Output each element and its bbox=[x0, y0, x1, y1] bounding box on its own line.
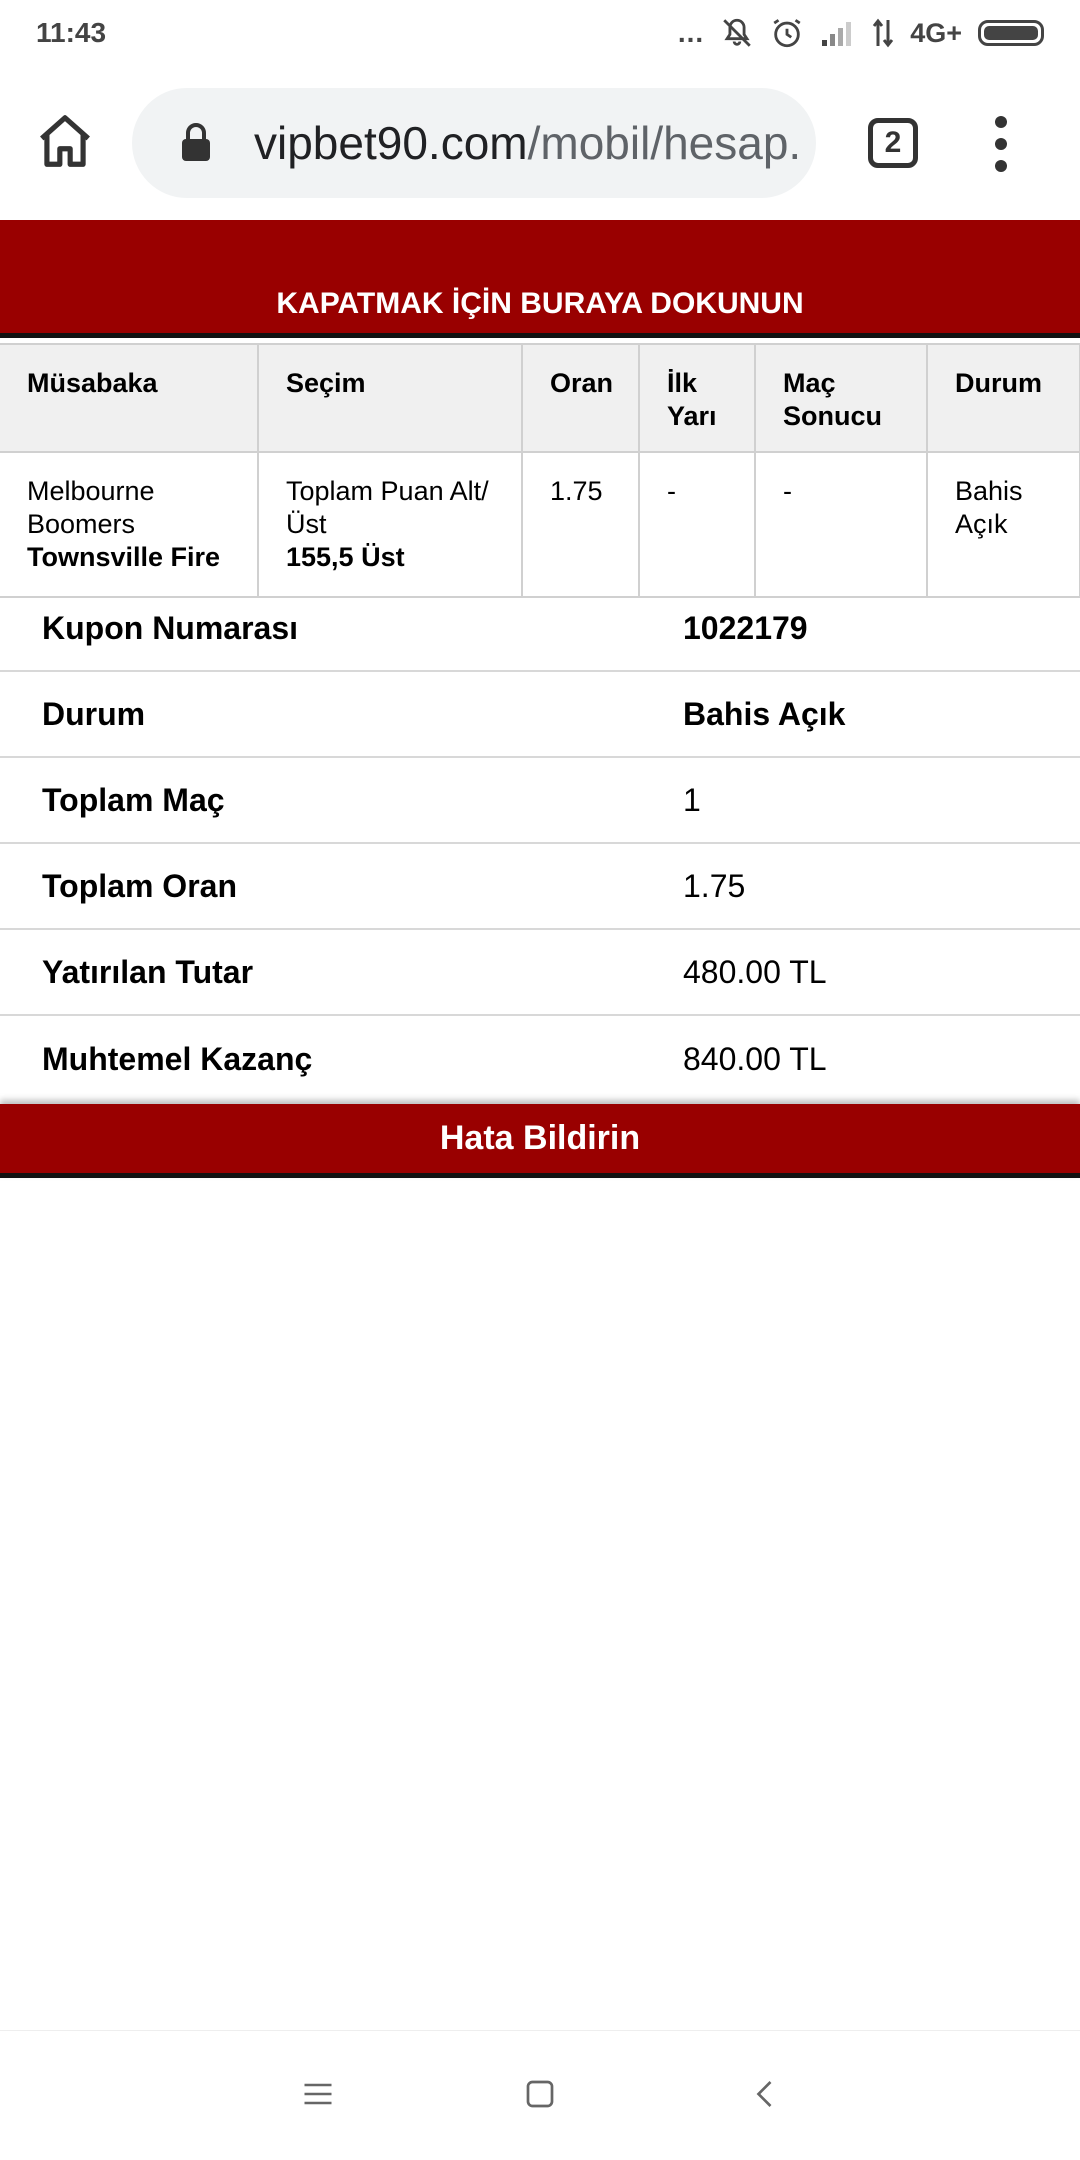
data-arrows-icon bbox=[872, 18, 894, 48]
summary-row-total-odds: Toplam Oran 1.75 bbox=[0, 844, 1080, 930]
summary-row-coupon-number: Kupon Numarası 1022179 bbox=[0, 586, 1080, 672]
table-row: Melbourne Boomers Townsville Fire Toplam… bbox=[0, 451, 1080, 598]
recents-icon[interactable] bbox=[300, 2076, 336, 2117]
summary-value: Bahis Açık bbox=[683, 695, 846, 732]
header-durum: Durum bbox=[926, 343, 1080, 453]
header-ilk-yari: İlk Yarı bbox=[638, 343, 756, 453]
report-error-button[interactable]: Hata Bildirin bbox=[0, 1104, 1080, 1178]
close-banner-label: KAPATMAK İÇİN BURAYA DOKUNUN bbox=[276, 287, 804, 320]
summary-value: 1.75 bbox=[683, 867, 746, 904]
overflow-menu-icon[interactable] bbox=[986, 116, 1016, 172]
header-mac-sonucu: Maç Sonucu bbox=[754, 343, 928, 453]
mute-icon bbox=[720, 16, 754, 50]
summary-value: 1 bbox=[683, 781, 701, 818]
coupon-summary: Kupon Numarası 1022179 Durum Bahis Açık … bbox=[0, 586, 1080, 1102]
more-dots: ... bbox=[677, 17, 705, 48]
url-domain: vipbet90.com bbox=[254, 117, 528, 169]
status-time: 11:43 bbox=[36, 17, 107, 48]
tabs-icon[interactable]: 2 bbox=[868, 118, 918, 168]
cell-full-time: - bbox=[754, 451, 928, 598]
back-icon[interactable] bbox=[748, 2076, 784, 2117]
home-icon[interactable] bbox=[34, 110, 96, 172]
summary-row-status: Durum Bahis Açık bbox=[0, 672, 1080, 758]
cell-match: Melbourne Boomers Townsville Fire bbox=[0, 451, 259, 598]
cell-status: Bahis Açık bbox=[926, 451, 1080, 598]
battery-icon bbox=[978, 20, 1044, 46]
summary-label: Toplam Maç bbox=[42, 781, 225, 818]
alarm-icon bbox=[770, 16, 804, 50]
header-musabaka: Müsabaka bbox=[0, 343, 259, 453]
home-team: Melbourne Boomers bbox=[27, 476, 155, 539]
url-bar[interactable]: vipbet90.com/mobil/hesap. bbox=[132, 88, 816, 198]
summary-row-stake: Yatırılan Tutar 480.00 TL bbox=[0, 930, 1080, 1016]
url-text: vipbet90.com/mobil/hesap. bbox=[254, 116, 801, 170]
summary-row-potential-win: Muhtemel Kazanç 840.00 TL bbox=[0, 1016, 1080, 1102]
summary-label: Toplam Oran bbox=[42, 867, 237, 904]
summary-label: Kupon Numarası bbox=[42, 609, 299, 646]
table-header-row: Müsabaka Seçim Oran İlk Yarı Maç Sonucu … bbox=[0, 343, 1080, 453]
network-type: 4G+ bbox=[910, 17, 962, 48]
status-icons: ... 4G+ bbox=[678, 16, 1044, 50]
system-nav-bar bbox=[0, 2030, 1080, 2160]
summary-row-total-matches: Toplam Maç 1 bbox=[0, 758, 1080, 844]
cell-selection: Toplam Puan Alt/Üst 155,5 Üst bbox=[257, 451, 523, 598]
signal-icon bbox=[820, 18, 856, 48]
selection-market: Toplam Puan Alt/Üst bbox=[286, 476, 489, 539]
selection-pick: 155,5 Üst bbox=[286, 542, 405, 572]
cell-first-half: - bbox=[638, 451, 756, 598]
summary-label: Yatırılan Tutar bbox=[42, 953, 254, 990]
summary-value: 840.00 TL bbox=[683, 1040, 827, 1077]
header-oran: Oran bbox=[521, 343, 640, 453]
header-secim: Seçim bbox=[257, 343, 523, 453]
summary-value: 480.00 TL bbox=[683, 953, 827, 990]
report-error-label: Hata Bildirin bbox=[439, 1119, 641, 1157]
cell-odds: 1.75 bbox=[521, 451, 640, 598]
lock-icon bbox=[180, 123, 212, 163]
status-bar: 11:43 ... 4G+ bbox=[0, 0, 1080, 66]
away-team: Townsville Fire bbox=[27, 542, 221, 572]
browser-toolbar: vipbet90.com/mobil/hesap. 2 bbox=[0, 66, 1080, 220]
url-path: /mobil/hesap. bbox=[527, 117, 802, 169]
home-square-icon[interactable] bbox=[522, 2076, 558, 2117]
summary-label: Muhtemel Kazanç bbox=[42, 1040, 313, 1077]
summary-value: 1022179 bbox=[683, 609, 808, 646]
tab-count: 2 bbox=[884, 126, 902, 159]
match-table: Müsabaka Seçim Oran İlk Yarı Maç Sonucu … bbox=[0, 343, 1080, 598]
summary-label: Durum bbox=[42, 695, 146, 732]
close-banner[interactable]: KAPATMAK İÇİN BURAYA DOKUNUN bbox=[0, 220, 1080, 338]
